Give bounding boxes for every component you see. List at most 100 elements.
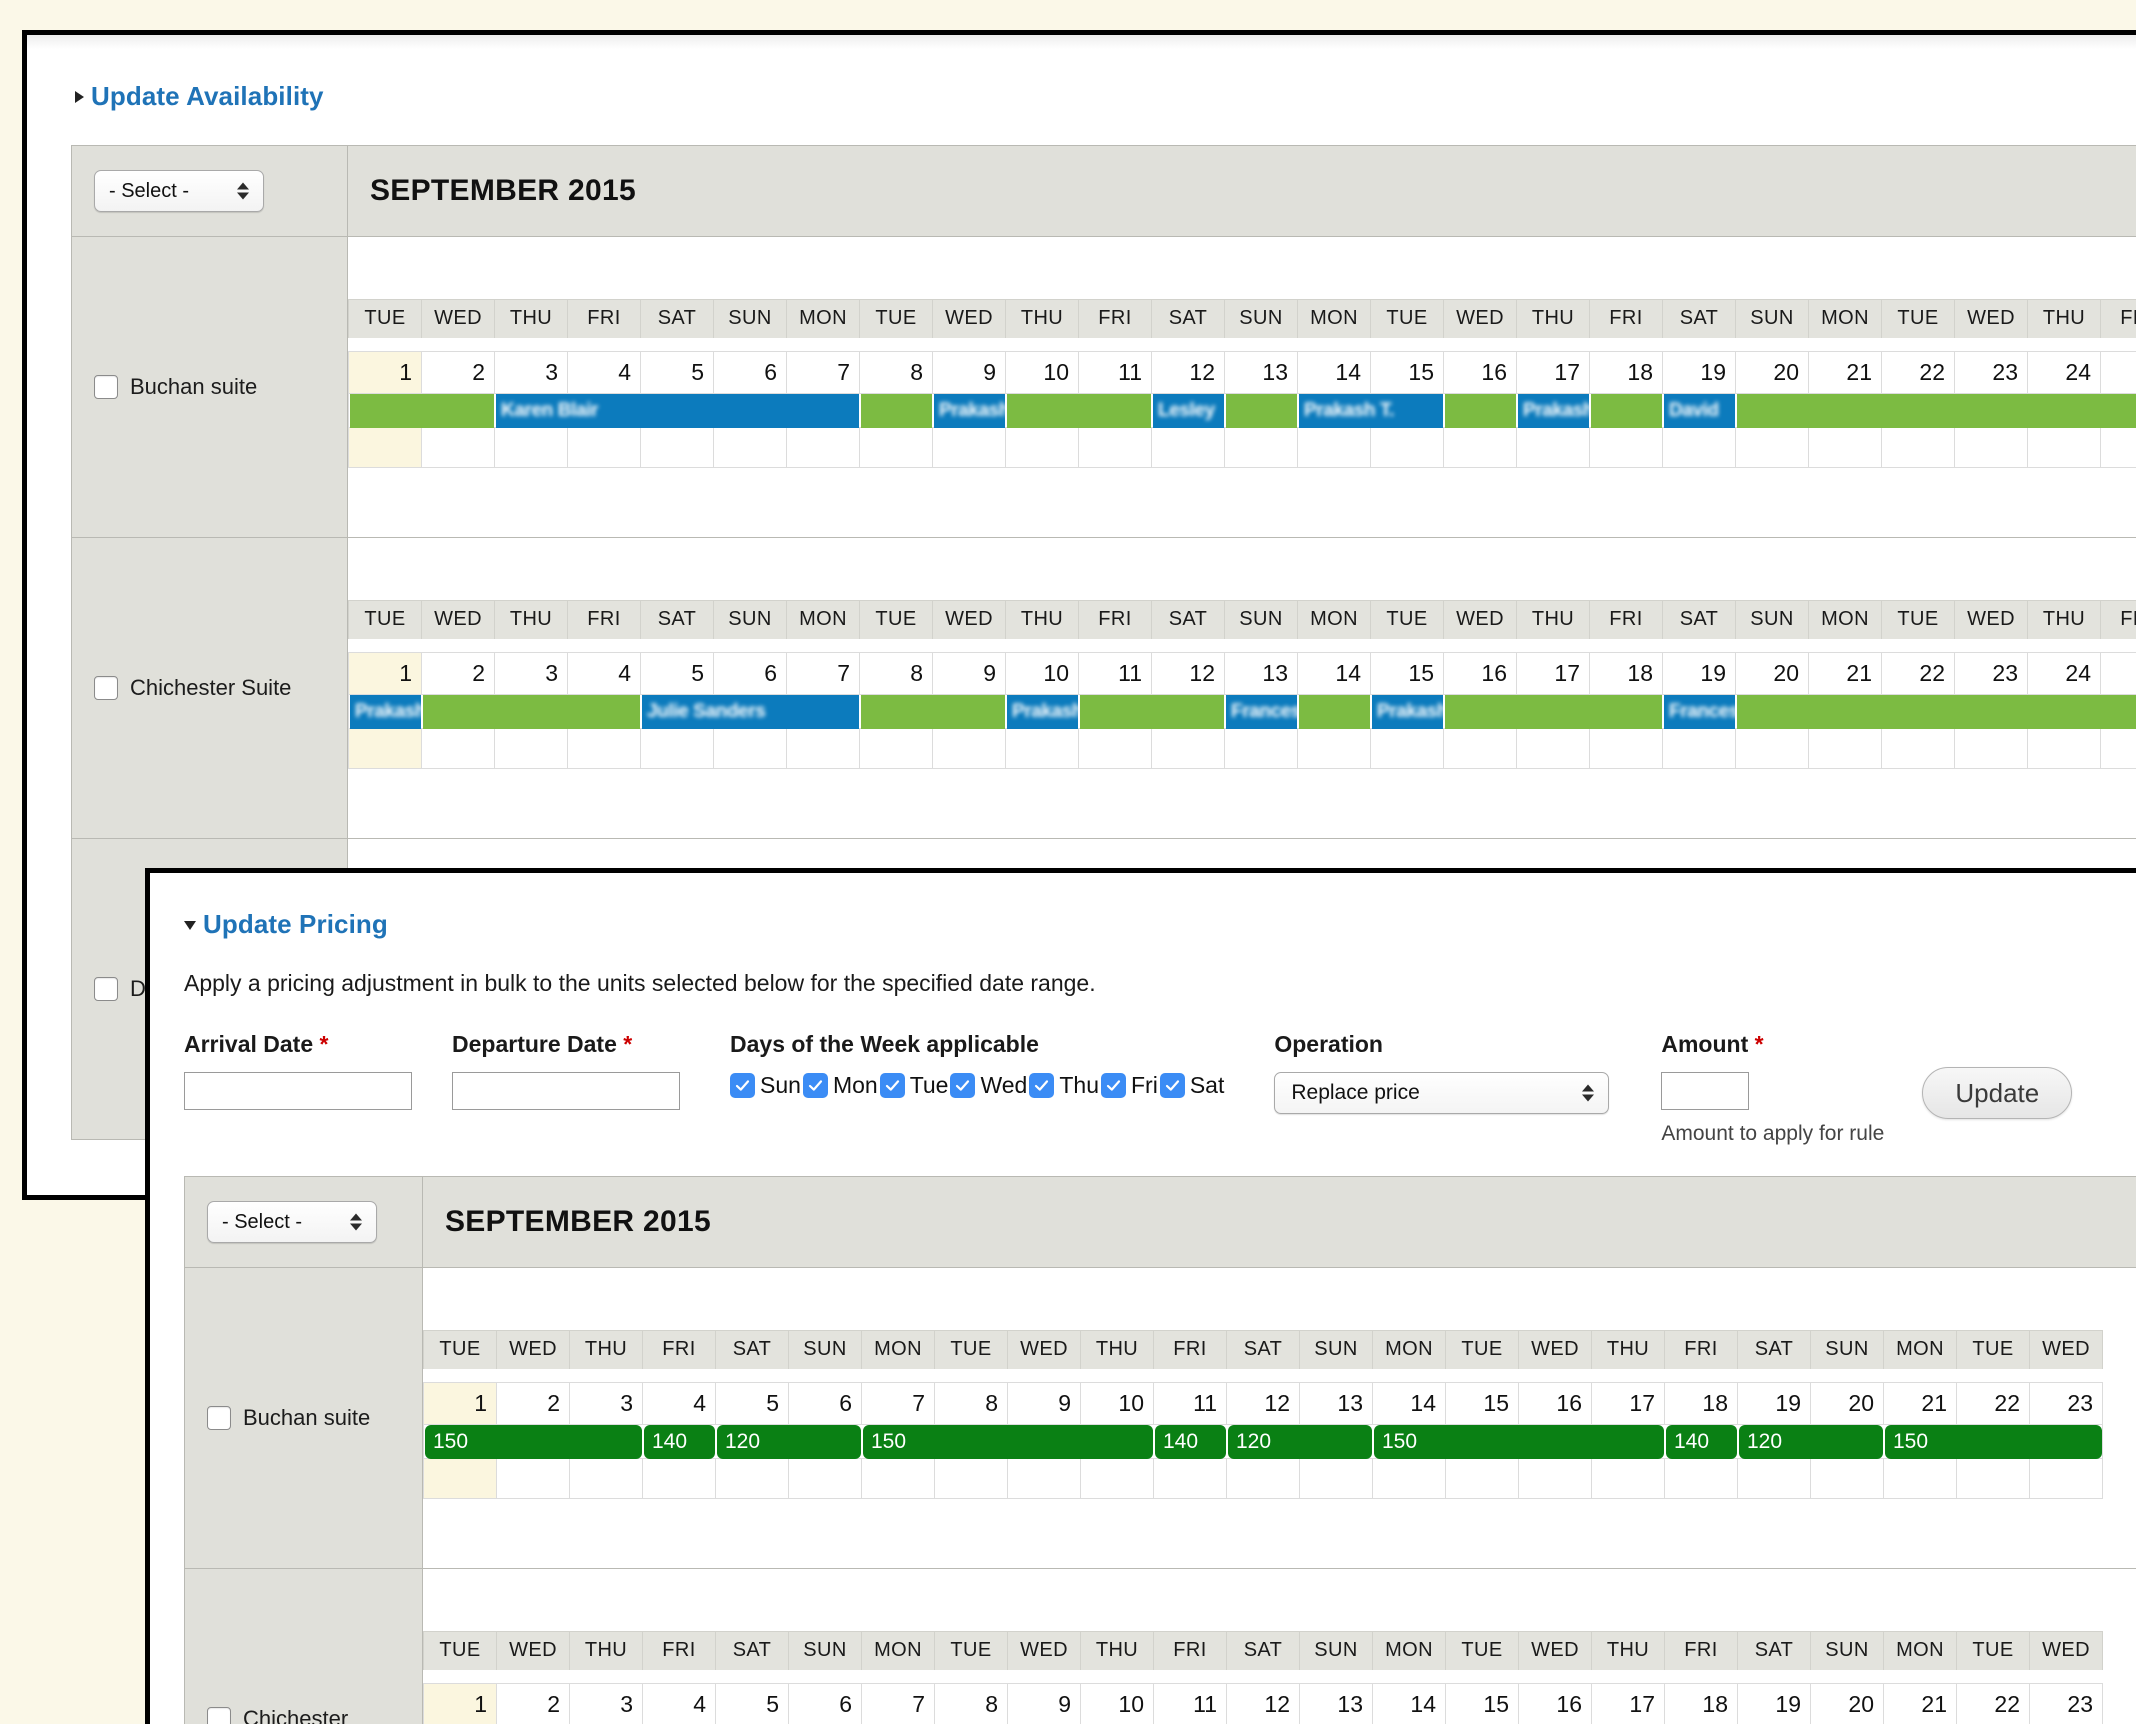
blank-cell[interactable] bbox=[640, 728, 714, 769]
day-number-cell[interactable]: 15 bbox=[1370, 652, 1444, 695]
available-bar[interactable] bbox=[1445, 695, 1662, 729]
blank-cell[interactable] bbox=[1370, 728, 1444, 769]
blank-cell[interactable] bbox=[1662, 728, 1736, 769]
blank-cell[interactable] bbox=[1080, 1458, 1154, 1499]
unit-checkbox[interactable] bbox=[94, 676, 118, 700]
unit-checkbox[interactable] bbox=[94, 375, 118, 399]
day-number-cell[interactable]: 6 bbox=[788, 1683, 862, 1724]
departure-date-input[interactable] bbox=[452, 1072, 680, 1110]
booking-bar[interactable]: Karen Blair bbox=[496, 394, 859, 428]
day-number-cell[interactable]: 8 bbox=[859, 652, 933, 695]
blank-cell[interactable] bbox=[1662, 427, 1736, 468]
booking-bar[interactable]: Frances bbox=[1226, 695, 1297, 729]
blank-cell[interactable] bbox=[1591, 1458, 1665, 1499]
blank-cell[interactable] bbox=[423, 1458, 497, 1499]
day-number-cell[interactable]: 13 bbox=[1224, 351, 1298, 394]
blank-cell[interactable] bbox=[2100, 728, 2136, 769]
available-bar[interactable] bbox=[1591, 394, 1662, 428]
dow-item-sun[interactable]: Sun bbox=[730, 1072, 803, 1099]
day-number-cell[interactable]: 9 bbox=[1007, 1382, 1081, 1425]
day-number-cell[interactable]: 4 bbox=[642, 1382, 716, 1425]
booking-bar[interactable]: Prakash bbox=[1518, 394, 1589, 428]
day-number-cell[interactable]: 8 bbox=[934, 1683, 1008, 1724]
available-bar[interactable] bbox=[1007, 394, 1151, 428]
blank-cell[interactable] bbox=[1297, 427, 1371, 468]
day-number-cell[interactable]: 10 bbox=[1080, 1382, 1154, 1425]
day-number-cell[interactable]: 5 bbox=[715, 1382, 789, 1425]
available-bar[interactable] bbox=[861, 394, 932, 428]
blank-cell[interactable] bbox=[1372, 1458, 1446, 1499]
blank-cell[interactable] bbox=[1518, 1458, 1592, 1499]
amount-input[interactable] bbox=[1661, 1072, 1750, 1110]
blank-cell[interactable] bbox=[1151, 427, 1225, 468]
blank-cell[interactable] bbox=[2100, 427, 2136, 468]
day-number-cell[interactable]: 15 bbox=[1370, 351, 1444, 394]
dow-item-thu[interactable]: Thu bbox=[1029, 1072, 1101, 1099]
blank-cell[interactable] bbox=[713, 728, 787, 769]
blank-cell[interactable] bbox=[567, 427, 641, 468]
available-bar[interactable] bbox=[1080, 695, 1224, 729]
blank-cell[interactable] bbox=[1299, 1458, 1373, 1499]
day-number-cell[interactable]: 22 bbox=[1881, 351, 1955, 394]
day-number-cell[interactable]: 20 bbox=[1735, 652, 1809, 695]
blank-cell[interactable] bbox=[1443, 728, 1517, 769]
pricing-unit-select[interactable]: - Select - bbox=[207, 1201, 377, 1243]
day-number-cell[interactable]: 1 bbox=[348, 351, 422, 394]
blank-cell[interactable] bbox=[861, 1458, 935, 1499]
day-number-cell[interactable]: 6 bbox=[713, 652, 787, 695]
dow-item-sat[interactable]: Sat bbox=[1159, 1072, 1227, 1099]
blank-cell[interactable] bbox=[2029, 1458, 2103, 1499]
available-bar[interactable] bbox=[1737, 394, 2136, 428]
day-number-cell[interactable]: 11 bbox=[1078, 351, 1152, 394]
blank-cell[interactable] bbox=[496, 1458, 570, 1499]
day-number-cell[interactable]: 19 bbox=[1662, 351, 1736, 394]
day-number-cell[interactable]: 24 bbox=[2027, 652, 2101, 695]
booking-bar[interactable]: Lesley bbox=[1153, 394, 1224, 428]
day-number-cell[interactable]: 17 bbox=[1591, 1382, 1665, 1425]
booking-bar[interactable]: Prakash bbox=[1007, 695, 1078, 729]
day-number-cell[interactable]: 22 bbox=[1956, 1382, 2030, 1425]
blank-cell[interactable] bbox=[1005, 728, 1079, 769]
available-bar[interactable] bbox=[1226, 394, 1297, 428]
day-number-cell[interactable]: 19 bbox=[1662, 652, 1736, 695]
dow-item-tue[interactable]: Tue bbox=[879, 1072, 951, 1099]
blank-cell[interactable] bbox=[1516, 728, 1590, 769]
blank-cell[interactable] bbox=[1735, 427, 1809, 468]
day-number-cell[interactable]: 2 bbox=[421, 351, 495, 394]
day-number-cell[interactable]: 18 bbox=[1664, 1382, 1738, 1425]
day-number-cell[interactable]: 17 bbox=[1516, 351, 1590, 394]
checkbox-fri[interactable] bbox=[1101, 1073, 1126, 1098]
update-availability-toggle[interactable]: Update Availability bbox=[27, 35, 2136, 112]
blank-cell[interactable] bbox=[1737, 1458, 1811, 1499]
blank-cell[interactable] bbox=[494, 728, 568, 769]
blank-cell[interactable] bbox=[859, 728, 933, 769]
day-number-cell[interactable] bbox=[2100, 351, 2136, 394]
day-number-cell[interactable]: 5 bbox=[640, 351, 714, 394]
blank-cell[interactable] bbox=[1589, 728, 1663, 769]
day-number-cell[interactable]: 20 bbox=[1735, 351, 1809, 394]
price-bar[interactable]: 120 bbox=[1739, 1425, 1883, 1459]
day-number-cell[interactable]: 3 bbox=[569, 1382, 643, 1425]
booking-bar[interactable]: Prakash T. bbox=[1299, 394, 1443, 428]
day-number-cell[interactable]: 1 bbox=[423, 1382, 497, 1425]
booking-bar[interactable]: Prakash bbox=[1372, 695, 1443, 729]
day-number-cell[interactable]: 16 bbox=[1443, 652, 1517, 695]
blank-cell[interactable] bbox=[1883, 1458, 1957, 1499]
blank-cell[interactable] bbox=[932, 728, 1006, 769]
checkbox-tue[interactable] bbox=[879, 1073, 905, 1098]
blank-cell[interactable] bbox=[1151, 728, 1225, 769]
blank-cell[interactable] bbox=[1297, 728, 1371, 769]
day-number-cell[interactable]: 18 bbox=[1664, 1683, 1738, 1724]
blank-cell[interactable] bbox=[932, 427, 1006, 468]
blank-cell[interactable] bbox=[1443, 427, 1517, 468]
booking-bar[interactable]: Julie Sanders bbox=[642, 695, 859, 729]
blank-cell[interactable] bbox=[1954, 427, 2028, 468]
day-number-cell[interactable]: 2 bbox=[421, 652, 495, 695]
price-bar[interactable]: 120 bbox=[1228, 1425, 1372, 1459]
booking-bar[interactable]: David bbox=[1664, 394, 1735, 428]
blank-cell[interactable] bbox=[788, 1458, 862, 1499]
day-number-cell[interactable]: 13 bbox=[1224, 652, 1298, 695]
day-number-cell[interactable]: 9 bbox=[932, 351, 1006, 394]
day-number-cell[interactable]: 18 bbox=[1589, 652, 1663, 695]
price-bar[interactable]: 150 bbox=[1374, 1425, 1664, 1459]
